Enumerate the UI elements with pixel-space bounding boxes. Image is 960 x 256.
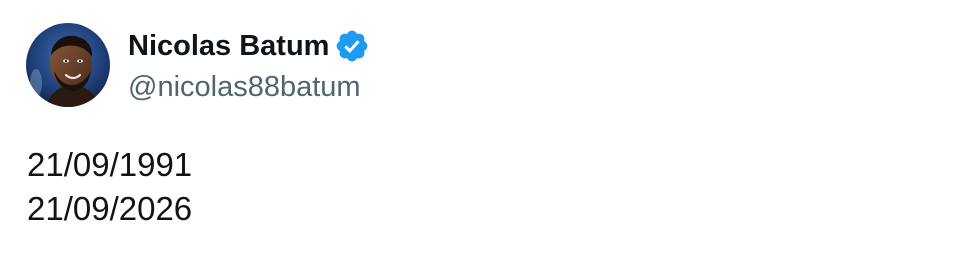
- author-name[interactable]: Nicolas Batum: [128, 28, 370, 64]
- avatar[interactable]: [26, 23, 110, 107]
- tweet-card: Nicolas Batum @nicolas88batum 21/09/1991…: [0, 0, 960, 256]
- profile-photo: [26, 23, 110, 107]
- author-name-text: Nicolas Batum: [128, 30, 330, 62]
- verified-badge-icon: [334, 28, 370, 64]
- author-handle[interactable]: @nicolas88batum: [128, 70, 361, 104]
- tweet-text-line: 21/09/2026: [27, 190, 193, 227]
- tweet-text-line: 21/09/1991: [27, 146, 193, 183]
- tweet-text: 21/09/1991 21/09/2026: [27, 143, 192, 231]
